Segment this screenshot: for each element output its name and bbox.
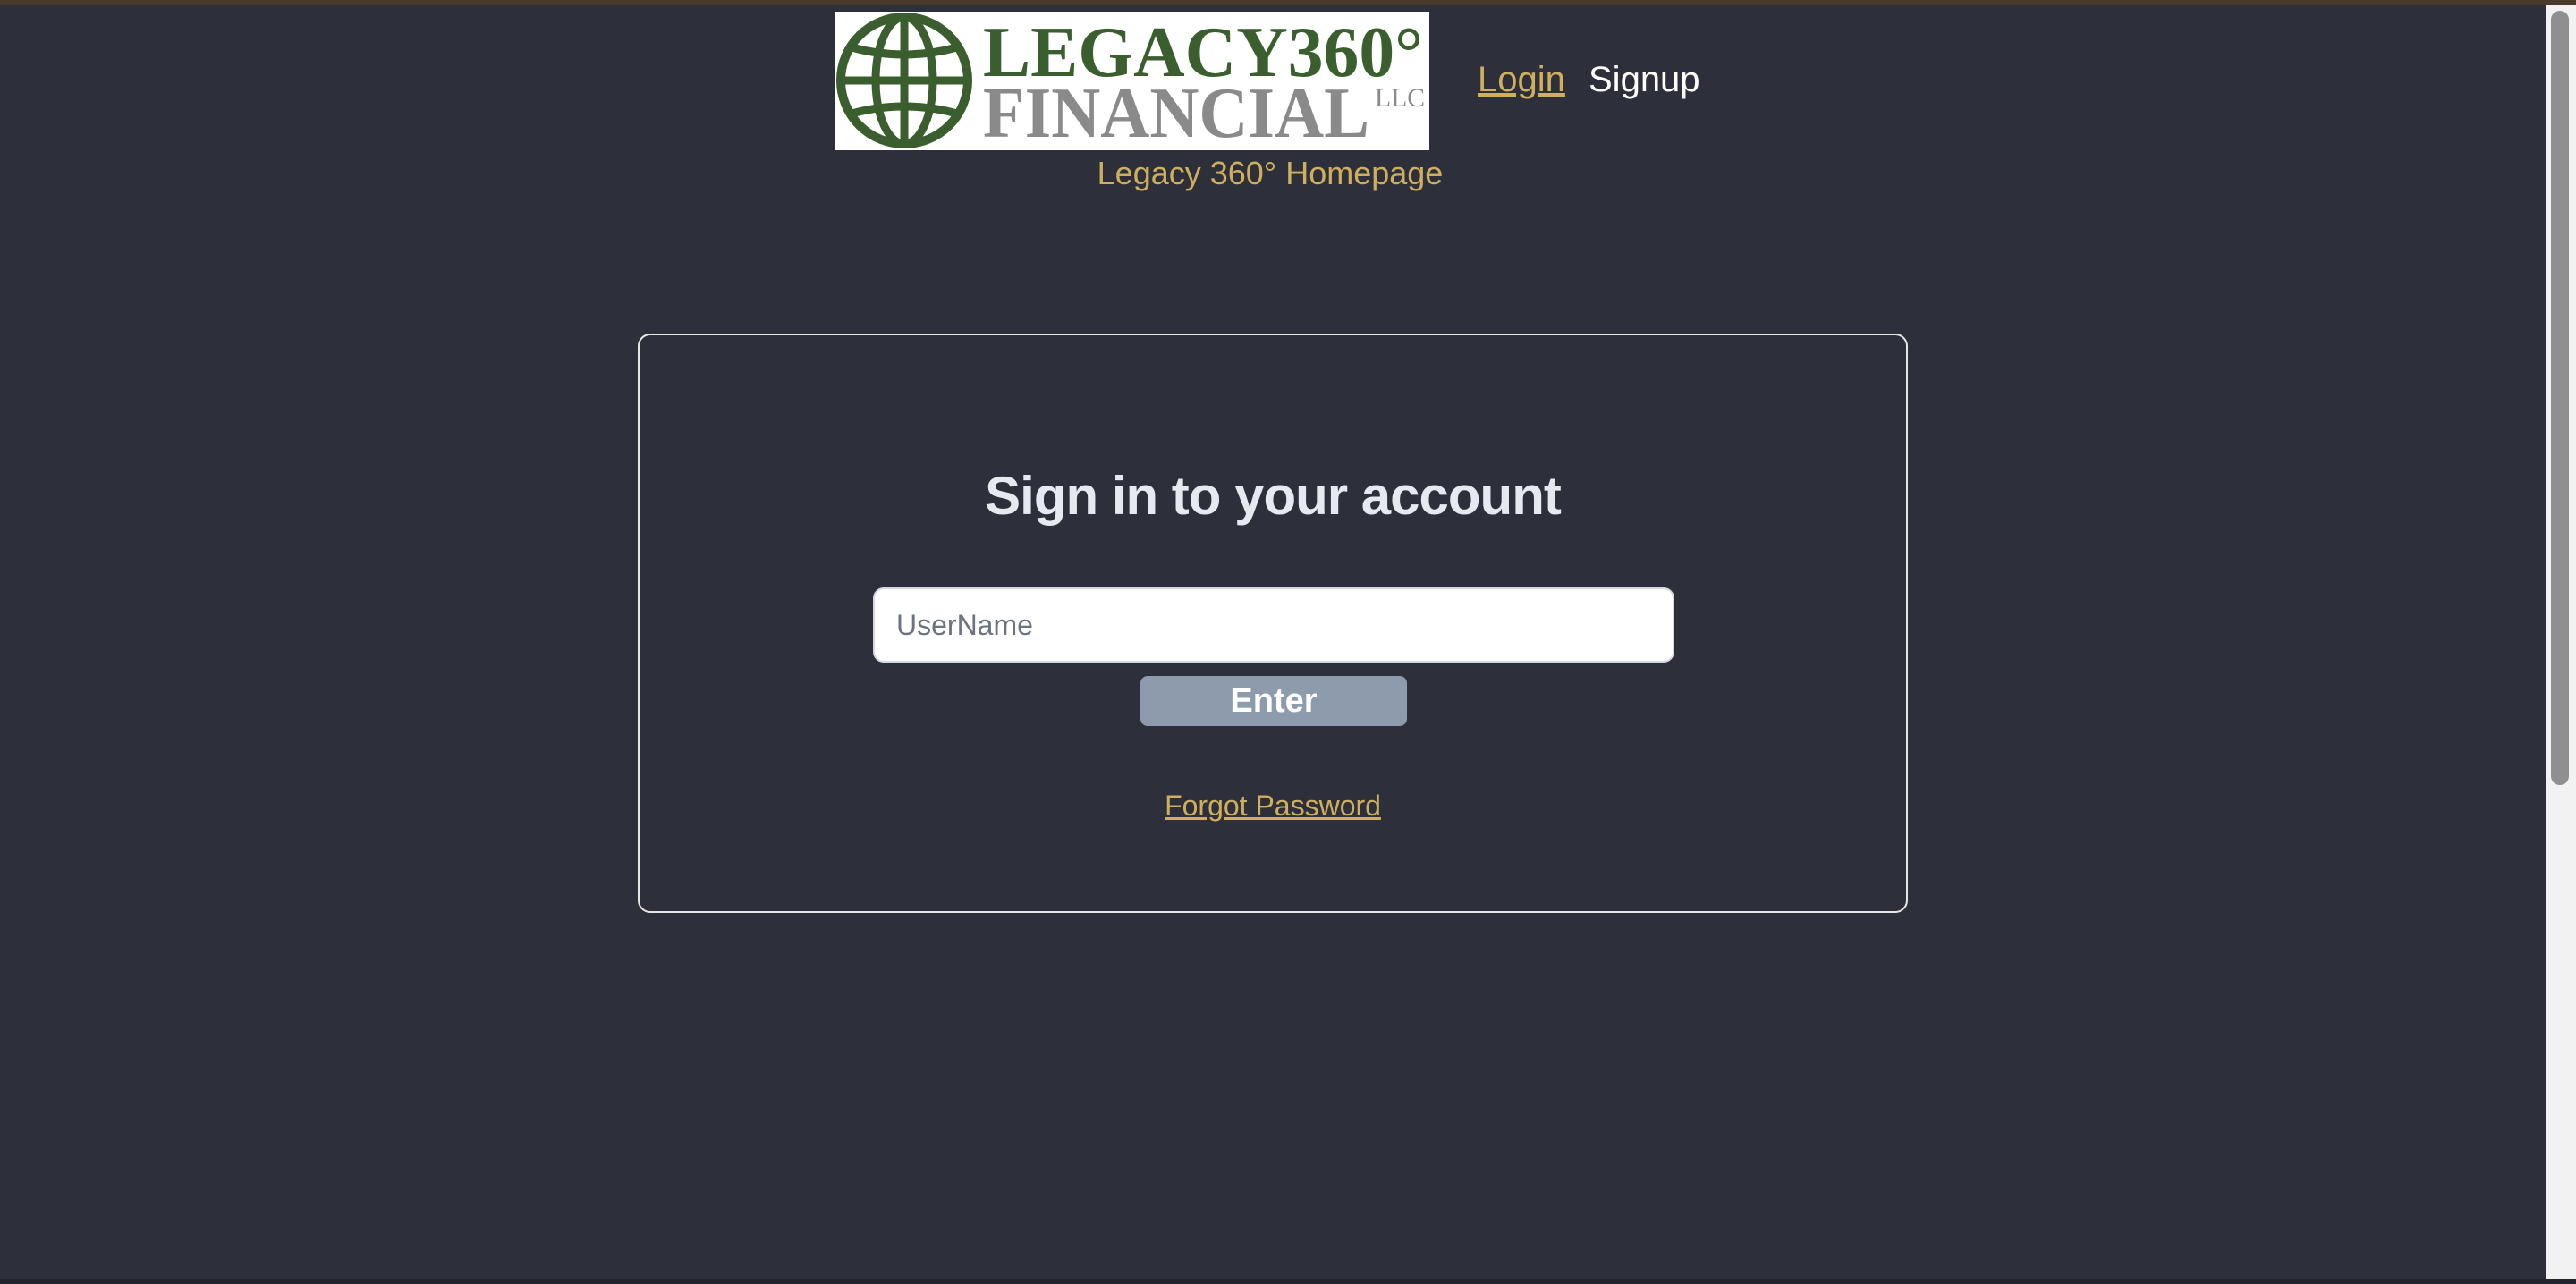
company-logo[interactable]: LEGACY360° FINANCIAL LLC: [835, 12, 1429, 150]
logo-llc-text: LLC: [1375, 83, 1425, 113]
window-bottom-edge: [0, 1279, 2576, 1284]
enter-button[interactable]: Enter: [1140, 676, 1407, 726]
globe-icon: [836, 13, 972, 148]
forgot-password-link[interactable]: Forgot Password: [640, 787, 1906, 824]
page-title: Sign in to your account: [985, 466, 1562, 526]
login-card: Sign in to your account Enter Forgot Pas…: [638, 334, 1908, 913]
scrollbar-thumb[interactable]: [2551, 11, 2569, 785]
username-input[interactable]: [873, 587, 1674, 663]
logo-line2-text: FINANCIAL: [983, 74, 1369, 150]
homepage-link[interactable]: Legacy 360° Homepage: [1038, 152, 1503, 195]
nav-signup-link[interactable]: Signup: [1589, 57, 1700, 102]
nav-login-link[interactable]: Login: [1478, 57, 1565, 102]
